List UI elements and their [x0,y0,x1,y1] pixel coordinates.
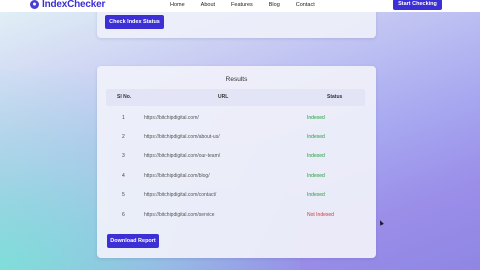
row-url: https://bitchipdigital.com/service [144,212,215,218]
nav-link-blog[interactable]: Blog [269,2,280,8]
status-badge: Indexed [307,192,325,198]
nav-links: Home About Features Blog Contact [170,2,331,8]
row-number: 6 [122,212,125,218]
row-url: https://bitchipdigital.com/our-team/ [144,153,221,159]
row-url: https://bitchipdigital.com/blog/ [144,173,210,179]
row-url: https://bitchipdigital.com/about-us/ [144,134,220,140]
nav-link-features[interactable]: Features [231,2,253,8]
table-header: Sl No. URL Status [106,89,365,106]
row-number: 4 [122,173,125,179]
table-row: 3 https://bitchipdigital.com/our-team/ I… [106,147,365,166]
row-url: https://bitchipdigital.com/ [144,115,199,121]
results-card: Results Sl No. URL Status 1 https://bitc… [97,66,376,258]
nav-link-contact[interactable]: Contact [296,2,315,8]
logo-icon: ● [30,0,39,9]
column-header-url: URL [218,94,229,100]
row-number: 2 [122,134,125,140]
nav-link-home[interactable]: Home [170,2,185,8]
logo[interactable]: ● IndexChecker [30,0,105,11]
table-row: 4 https://bitchipdigital.com/blog/ Index… [106,167,365,186]
status-badge: Indexed [307,115,325,121]
logo-text: IndexChecker [42,0,106,10]
column-header-status: Status [327,94,343,100]
download-report-button[interactable]: Download Report [107,234,159,248]
row-number: 3 [122,153,125,159]
row-number: 5 [122,192,125,198]
results-title: Results [225,76,248,83]
navbar: ● IndexChecker Home About Features Blog … [0,0,480,12]
status-badge: Indexed [307,134,325,140]
row-number: 1 [122,115,125,121]
table-row: 5 https://bitchipdigital.com/contact/ In… [106,186,365,205]
table-row: 6 https://bitchipdigital.com/service Not… [106,206,365,225]
check-index-status-button[interactable]: Check Index Status [105,15,164,29]
start-checking-button[interactable]: Start Checking [393,0,442,10]
status-badge: Indexed [307,173,325,179]
status-badge: Indexed [307,153,325,159]
table-row: 1 https://bitchipdigital.com/ Indexed [106,109,365,128]
nav-link-about[interactable]: About [201,2,215,8]
row-url: https://bitchipdigital.com/contact/ [144,192,217,198]
status-badge: Not Indexed [307,212,334,218]
mouse-cursor-icon [378,219,384,226]
column-header-sl-no: Sl No. [117,94,132,100]
table-row: 2 https://bitchipdigital.com/about-us/ I… [106,128,365,147]
